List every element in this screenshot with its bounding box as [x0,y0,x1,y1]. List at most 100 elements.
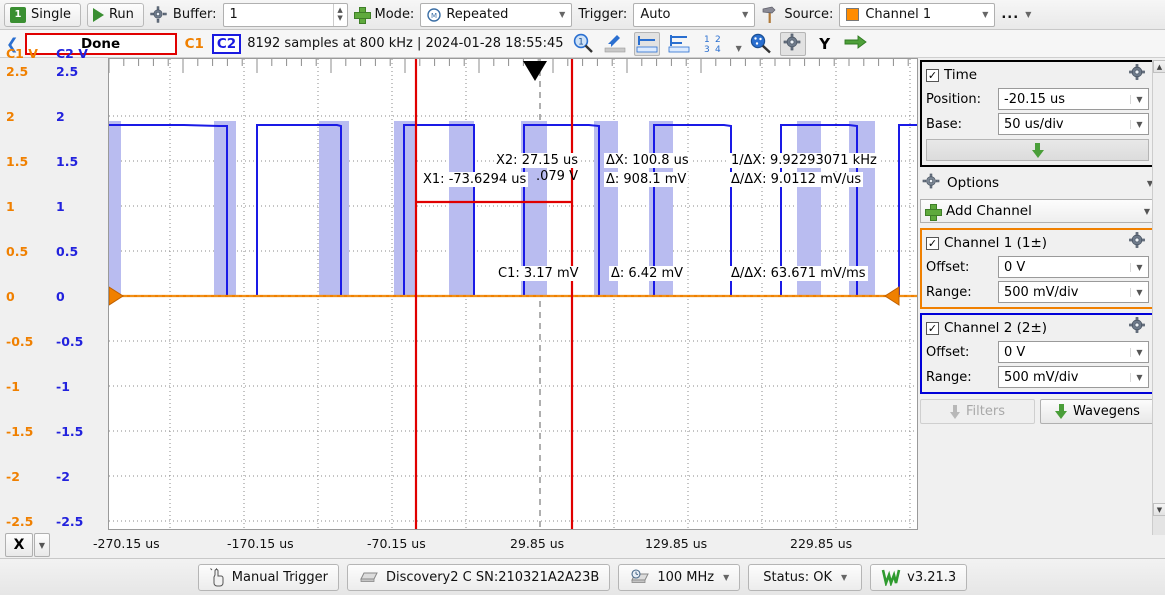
status-button[interactable]: Status: OK ▼ [748,563,863,591]
y-tick-c1: -2.5 [6,514,34,529]
mode-select[interactable]: M Repeated ▼ [420,2,573,27]
run-button[interactable]: Run [86,2,144,27]
measure-c1-slope: Δ/ΔX: 63.671 mV/ms [729,266,868,281]
source-value: Channel 1 [865,7,932,22]
chevron-down-icon: ▼ [1130,119,1148,129]
panel-scrollbar[interactable]: ▲ ▼ [1152,60,1165,535]
cursor-x2-icon[interactable] [666,32,692,56]
y-axis-button[interactable]: Y [812,32,838,56]
chevron-down-icon: ▼ [559,10,566,19]
scroll-up-icon[interactable]: ▲ [1153,60,1165,73]
y-tick-c1: -1.5 [6,424,34,439]
source-select[interactable]: Channel 1 ▼ [839,2,996,27]
manual-trigger-button[interactable]: Manual Trigger [197,563,340,591]
main-toolbar: 1 Single Run Buffer: 1 ▲ ▼ Mode: M Repeat… [0,0,1165,30]
time-base-value: 50 us/div [1004,116,1064,132]
y-tick-c1: 0.5 [6,244,29,259]
hammer-icon[interactable] [761,6,778,24]
y-tick-c1: 2 [6,109,15,124]
channel1-title: Channel 1 (1±) [944,235,1048,251]
add-icon[interactable] [353,7,371,24]
y-tick-c2: -0.5 [56,334,84,349]
channel1-group: ✓ Channel 1 (1±) Offset: 0 V ▼ Range: 50… [920,228,1155,309]
channel1-offset-input[interactable]: 0 V ▼ [998,256,1149,278]
time-base-input[interactable]: 50 us/div ▼ [998,113,1149,135]
scroll-track[interactable] [1153,73,1165,503]
chevron-down-icon[interactable]: ▼ [841,573,847,582]
buffer-value: 1 [229,7,238,22]
x-axis-button[interactable]: X [5,533,33,557]
channel1-tab[interactable]: C1 [183,36,206,52]
measure-slope: Δ/ΔX: 9.0112 mV/us [729,172,864,187]
add-channel-button[interactable]: Add Channel ▼ [920,199,1155,223]
panel-action-buttons: Filters Wavegens [920,399,1155,424]
chevron-down-icon[interactable]: ▼ [723,573,729,582]
overflow-chevron-icon[interactable]: ▼ [1025,10,1031,19]
time-position-input[interactable]: -20.15 us ▼ [998,88,1149,110]
run-label: Run [108,7,134,22]
buffer-gear-icon[interactable] [150,6,167,23]
y-tick-c1: -2 [6,469,20,484]
channel2-enable-checkbox[interactable]: ✓ [926,321,939,335]
filters-button[interactable]: Filters [920,399,1035,424]
device-button[interactable]: Discovery2 C SN:210321A2A23B [347,563,611,591]
y-tick-c2: 2.5 [56,64,79,79]
cursor-x1-icon[interactable] [633,31,660,56]
channel1-range-input[interactable]: 500 mV/div ▼ [998,281,1149,303]
time-gear-icon[interactable] [1126,63,1149,87]
buffer-stepper[interactable]: ▲ ▼ [332,3,347,26]
status-bar: Manual Trigger Discovery2 C SN:210321A2A… [0,558,1165,595]
y-tick-c2: 2 [56,109,65,124]
cursor-arrow-icon[interactable] [602,32,628,56]
channel2-tab[interactable]: C2 [211,33,242,54]
channel2-offset-input[interactable]: 0 V ▼ [998,341,1149,363]
time-collapse-bar[interactable] [926,139,1149,161]
y-tick-c1: 1.5 [6,154,29,169]
apply-arrow-icon[interactable] [844,34,868,54]
version-button[interactable]: v3.21.3 [870,563,968,591]
channel2-range-input[interactable]: 500 mV/div ▼ [998,366,1149,388]
single-button[interactable]: 1 Single [4,2,81,27]
version-label: v3.21.3 [907,569,957,585]
svg-text:3: 3 [704,45,710,54]
settings-panel: ✓ Time Position: -20.15 us ▼ Base: 50 us… [920,60,1155,535]
overflow-menu[interactable]: ... [1001,7,1019,22]
channel1-gear-icon[interactable] [1126,231,1149,255]
grid-chevron-icon[interactable]: ▼ [736,44,742,57]
y-tick-c1: -1 [6,379,20,394]
buffer-input[interactable]: 1 ▲ ▼ [222,2,348,27]
x-tick-label: -170.15 us [227,536,294,551]
zoom-1-icon[interactable]: 1 [570,32,596,56]
x-tick-label: 129.85 us [645,536,708,551]
frequency-button[interactable]: 100 MHz ▼ [618,563,741,591]
settings-gear-icon[interactable] [779,31,806,56]
wavegens-button[interactable]: Wavegens [1040,399,1155,424]
options-gear-icon [922,173,940,194]
single-label: Single [31,7,71,22]
y-tick-c1: 1 [6,199,15,214]
device-icon [360,572,378,582]
time-base-label: Base: [926,116,963,132]
channel2-offset-value: 0 V [1004,344,1026,360]
capture-status-row: ❮ Done C1 C2 8192 samples at 800 kHz | 2… [0,30,1165,58]
chevron-down-icon[interactable]: ▼ [1144,207,1150,216]
scroll-down-icon[interactable]: ▼ [1153,503,1165,516]
zoom-measure-icon[interactable] [748,32,774,56]
oscilloscope-plot[interactable]: X2: 27.15 us ΔX: 100.8 us 1/ΔX: 9.922930… [108,58,918,530]
x-axis-chevron-icon[interactable]: ▼ [34,533,50,557]
buffer-label: Buffer: [172,7,217,22]
channel1-enable-checkbox[interactable]: ✓ [926,236,939,250]
y-axis: C1 V C2 V 2.5 2.5 2 2 1.5 1.5 1 1 0.5 0.… [0,40,105,532]
y-axis-1-title: C1 V [6,46,38,61]
y-tick-c2: -1 [56,379,70,394]
x-tick-label: -270.15 us [93,536,160,551]
mode-value: Repeated [446,7,509,22]
grid-1234-icon[interactable]: 1234 [698,32,730,56]
chevron-down-icon: ▼ [1130,347,1148,357]
y-tick-c2: 1.5 [56,154,79,169]
channel2-gear-icon[interactable] [1126,316,1149,340]
time-enable-checkbox[interactable]: ✓ [926,68,939,82]
options-section[interactable]: Options ▼ [920,171,1155,195]
trigger-select[interactable]: Auto ▼ [633,2,756,27]
wavegens-label: Wavegens [1073,404,1140,419]
